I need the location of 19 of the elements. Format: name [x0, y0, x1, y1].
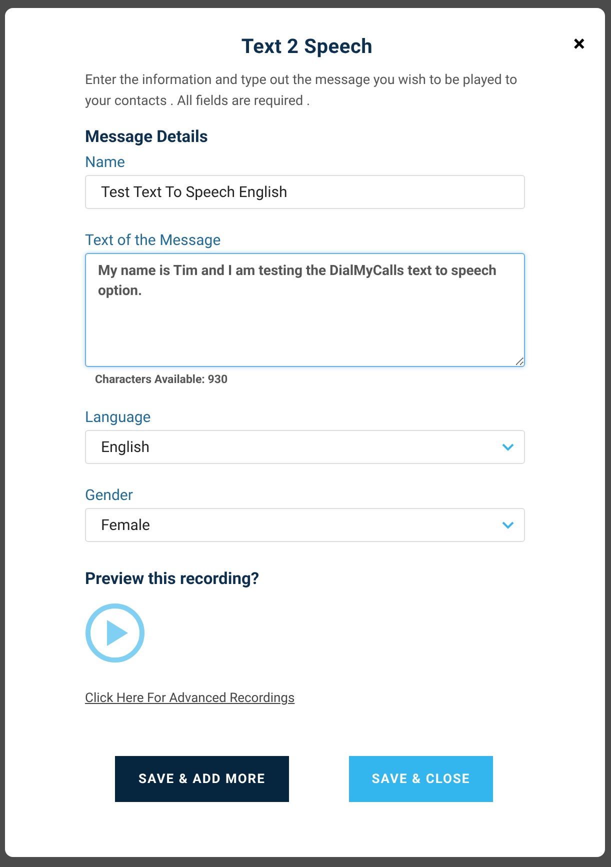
dialog-description: Enter the information and type out the message you wish to be played to your contacts . All fields are required .: [85, 71, 518, 111]
field-label: Gender: [85, 486, 134, 504]
name-field[interactable]: Test Text To Speech English: [85, 175, 525, 209]
play-icon[interactable]: [85, 603, 145, 663]
field-label: Text of the Message: [85, 231, 222, 249]
field-label: Name: [85, 153, 126, 171]
field-label: Language: [85, 408, 152, 426]
chevron-down-icon: [502, 443, 514, 451]
dropdown-field[interactable]: Female: [85, 508, 525, 542]
section-title: Message Details: [85, 128, 209, 147]
chevron-down-icon: [502, 521, 514, 529]
preview-title: Preview this recording?: [85, 570, 260, 589]
message-field[interactable]: My name is Tim and I am testing the DialMyCalls text to speech option.: [85, 253, 525, 367]
close-button[interactable]: ×: [573, 34, 585, 56]
characters-count: Characters Available: 930: [95, 372, 228, 386]
dialog-title: Text 2 Speech: [240, 34, 374, 58]
advanced-recordings-link[interactable]: Click Here For Advanced Recordings: [85, 691, 295, 706]
save-button[interactable]: SAVE & ADD MORE: [115, 756, 289, 802]
dropdown-field[interactable]: English: [85, 430, 525, 464]
